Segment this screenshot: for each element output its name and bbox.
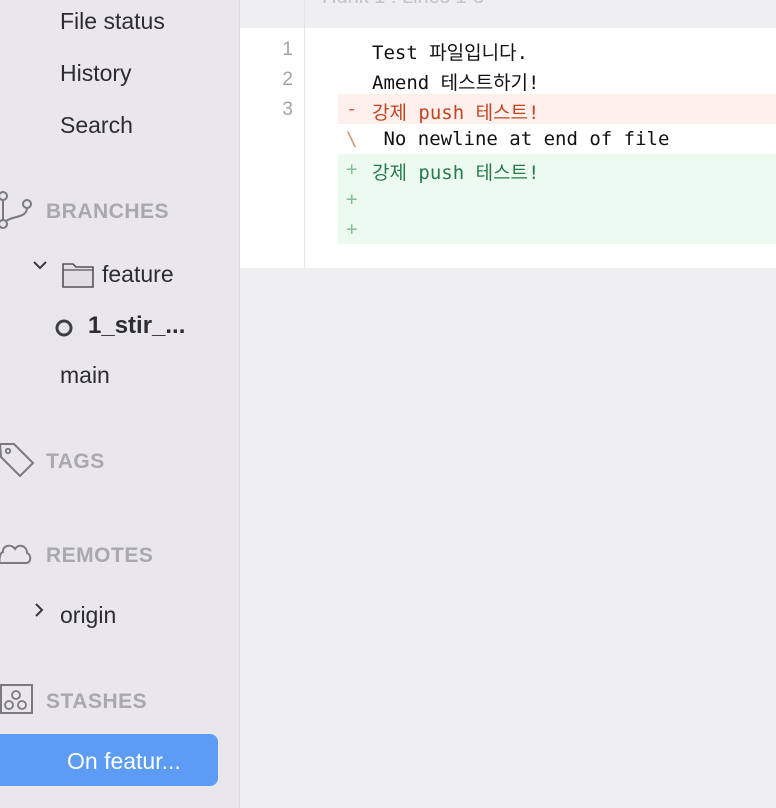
- backslash-marker: \: [346, 128, 358, 150]
- stashes-label: STASHES: [46, 690, 148, 713]
- diff-panel: Hunk 1 : Lines 1-5 1 Test 파일입니다. 2 Amend…: [240, 0, 776, 808]
- stash-icon: [0, 684, 33, 714]
- line-text: 강제 push 테스트!: [372, 102, 540, 124]
- line-number: 2: [282, 69, 293, 90]
- line-text: 강제 push 테스트!: [372, 162, 540, 184]
- diff-line-added[interactable]: +: [240, 214, 776, 244]
- chevron-down-icon[interactable]: [32, 260, 48, 272]
- stash-item-label: On featur...: [67, 748, 181, 774]
- diff-line-no-newline[interactable]: \ No newline at end of file: [240, 124, 776, 154]
- diff-line-added[interactable]: + 강제 push 테스트!: [240, 154, 776, 184]
- remote-origin[interactable]: origin: [60, 602, 116, 629]
- line-number: 1: [282, 39, 293, 60]
- plus-marker: +: [346, 158, 358, 180]
- plus-marker: +: [346, 218, 358, 240]
- folder-icon: [62, 263, 94, 288]
- line-number: 3: [282, 99, 293, 120]
- remotes-section-header[interactable]: REMOTES: [0, 536, 239, 572]
- line-text: Test 파일입니다.: [372, 42, 529, 64]
- sidebar: File status History Search BRANCHES feat…: [0, 0, 240, 808]
- added-line-background: [338, 184, 776, 214]
- diff-line[interactable]: 1 Test 파일입니다.: [240, 34, 776, 64]
- line-text: Amend 테스트하기!: [372, 72, 540, 94]
- current-branch-item[interactable]: 1_stir_...: [88, 312, 185, 340]
- code-panel: 1 Test 파일입니다. 2 Amend 테스트하기! 3 - 강제 push…: [240, 28, 776, 268]
- branch-icon: [0, 191, 32, 229]
- diff-line-removed[interactable]: 3 - 강제 push 테스트!: [240, 94, 776, 124]
- minus-marker: -: [346, 98, 358, 120]
- tags-section-header[interactable]: TAGS: [0, 440, 239, 478]
- branch-folder-feature[interactable]: feature: [102, 261, 174, 288]
- line-text: No newline at end of file: [372, 128, 670, 150]
- branches-section-header[interactable]: BRANCHES: [0, 190, 239, 229]
- nav-search[interactable]: Search: [60, 112, 133, 139]
- tags-label: TAGS: [46, 450, 105, 473]
- branch-main[interactable]: main: [60, 362, 110, 389]
- plus-marker: +: [346, 188, 358, 210]
- current-branch-icon: [55, 319, 73, 337]
- diff-line[interactable]: 2 Amend 테스트하기!: [240, 64, 776, 94]
- stashes-section-header[interactable]: STASHES: [0, 682, 239, 718]
- branches-label: BRANCHES: [46, 200, 170, 223]
- tag-icon: [0, 443, 35, 478]
- stash-item-selected[interactable]: On featur...: [0, 734, 218, 786]
- added-line-background: [338, 214, 776, 244]
- nav-file-status[interactable]: File status: [60, 8, 165, 35]
- nav-history[interactable]: History: [60, 60, 132, 87]
- diff-line-added[interactable]: +: [240, 184, 776, 214]
- hunk-header: Hunk 1 : Lines 1-5: [240, 0, 776, 28]
- chevron-right-icon[interactable]: [34, 602, 46, 618]
- cloud-icon: [0, 544, 32, 564]
- remotes-label: REMOTES: [46, 544, 154, 567]
- hunk-title: Hunk 1 : Lines 1-5: [322, 0, 484, 9]
